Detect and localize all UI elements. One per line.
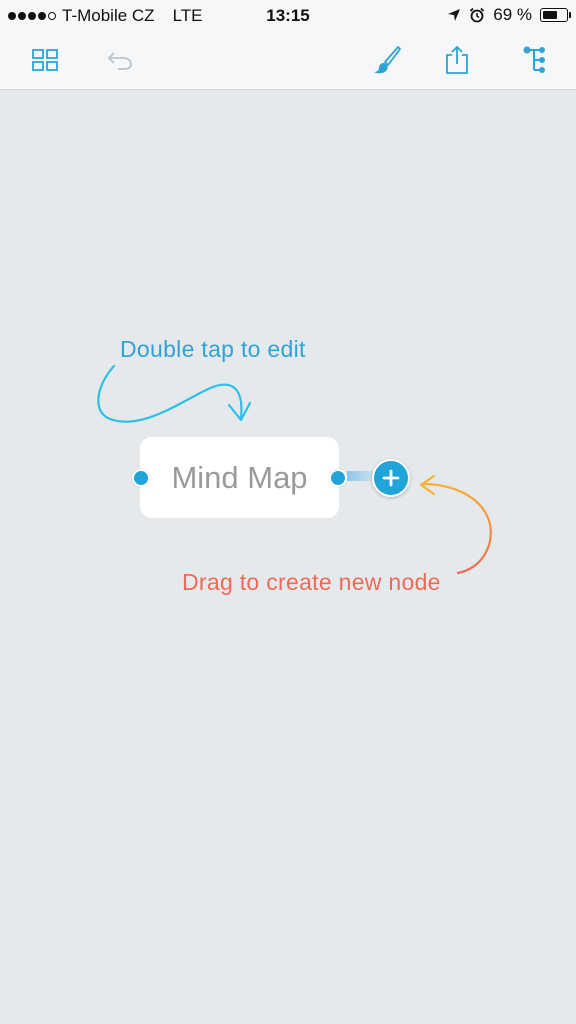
grid-view-button[interactable] [27,42,63,78]
brush-icon [374,46,401,74]
battery-icon [540,8,571,22]
share-button[interactable] [439,42,475,78]
undo-button[interactable] [102,42,138,78]
alarm-icon [470,7,485,23]
status-right: 69 % [447,5,571,25]
battery-fill [543,11,557,19]
grid-view-icon [32,49,58,71]
connector-stub [347,471,375,481]
toolbar [0,32,576,90]
location-icon [448,9,461,21]
battery-percent: 69 % [493,5,532,24]
left-node-handle[interactable] [132,469,150,487]
node-title: Mind Map [171,459,308,495]
drag-hint: Drag to create new node [182,569,441,595]
outline-tree-icon [523,46,545,73]
mindmap-canvas[interactable] [0,90,576,1024]
outline-view-button[interactable] [517,42,553,78]
style-brush-button[interactable] [369,42,405,78]
double-tap-hint: Double tap to edit [120,336,306,362]
plus-icon [382,469,400,487]
undo-icon [107,52,132,70]
right-node-handle[interactable] [329,469,347,487]
add-node-button[interactable] [372,459,410,497]
share-icon [446,45,468,74]
status-bar: T-Mobile CZ LTE 13:15 69 % [0,0,576,32]
root-node[interactable]: Mind Map [140,437,339,518]
